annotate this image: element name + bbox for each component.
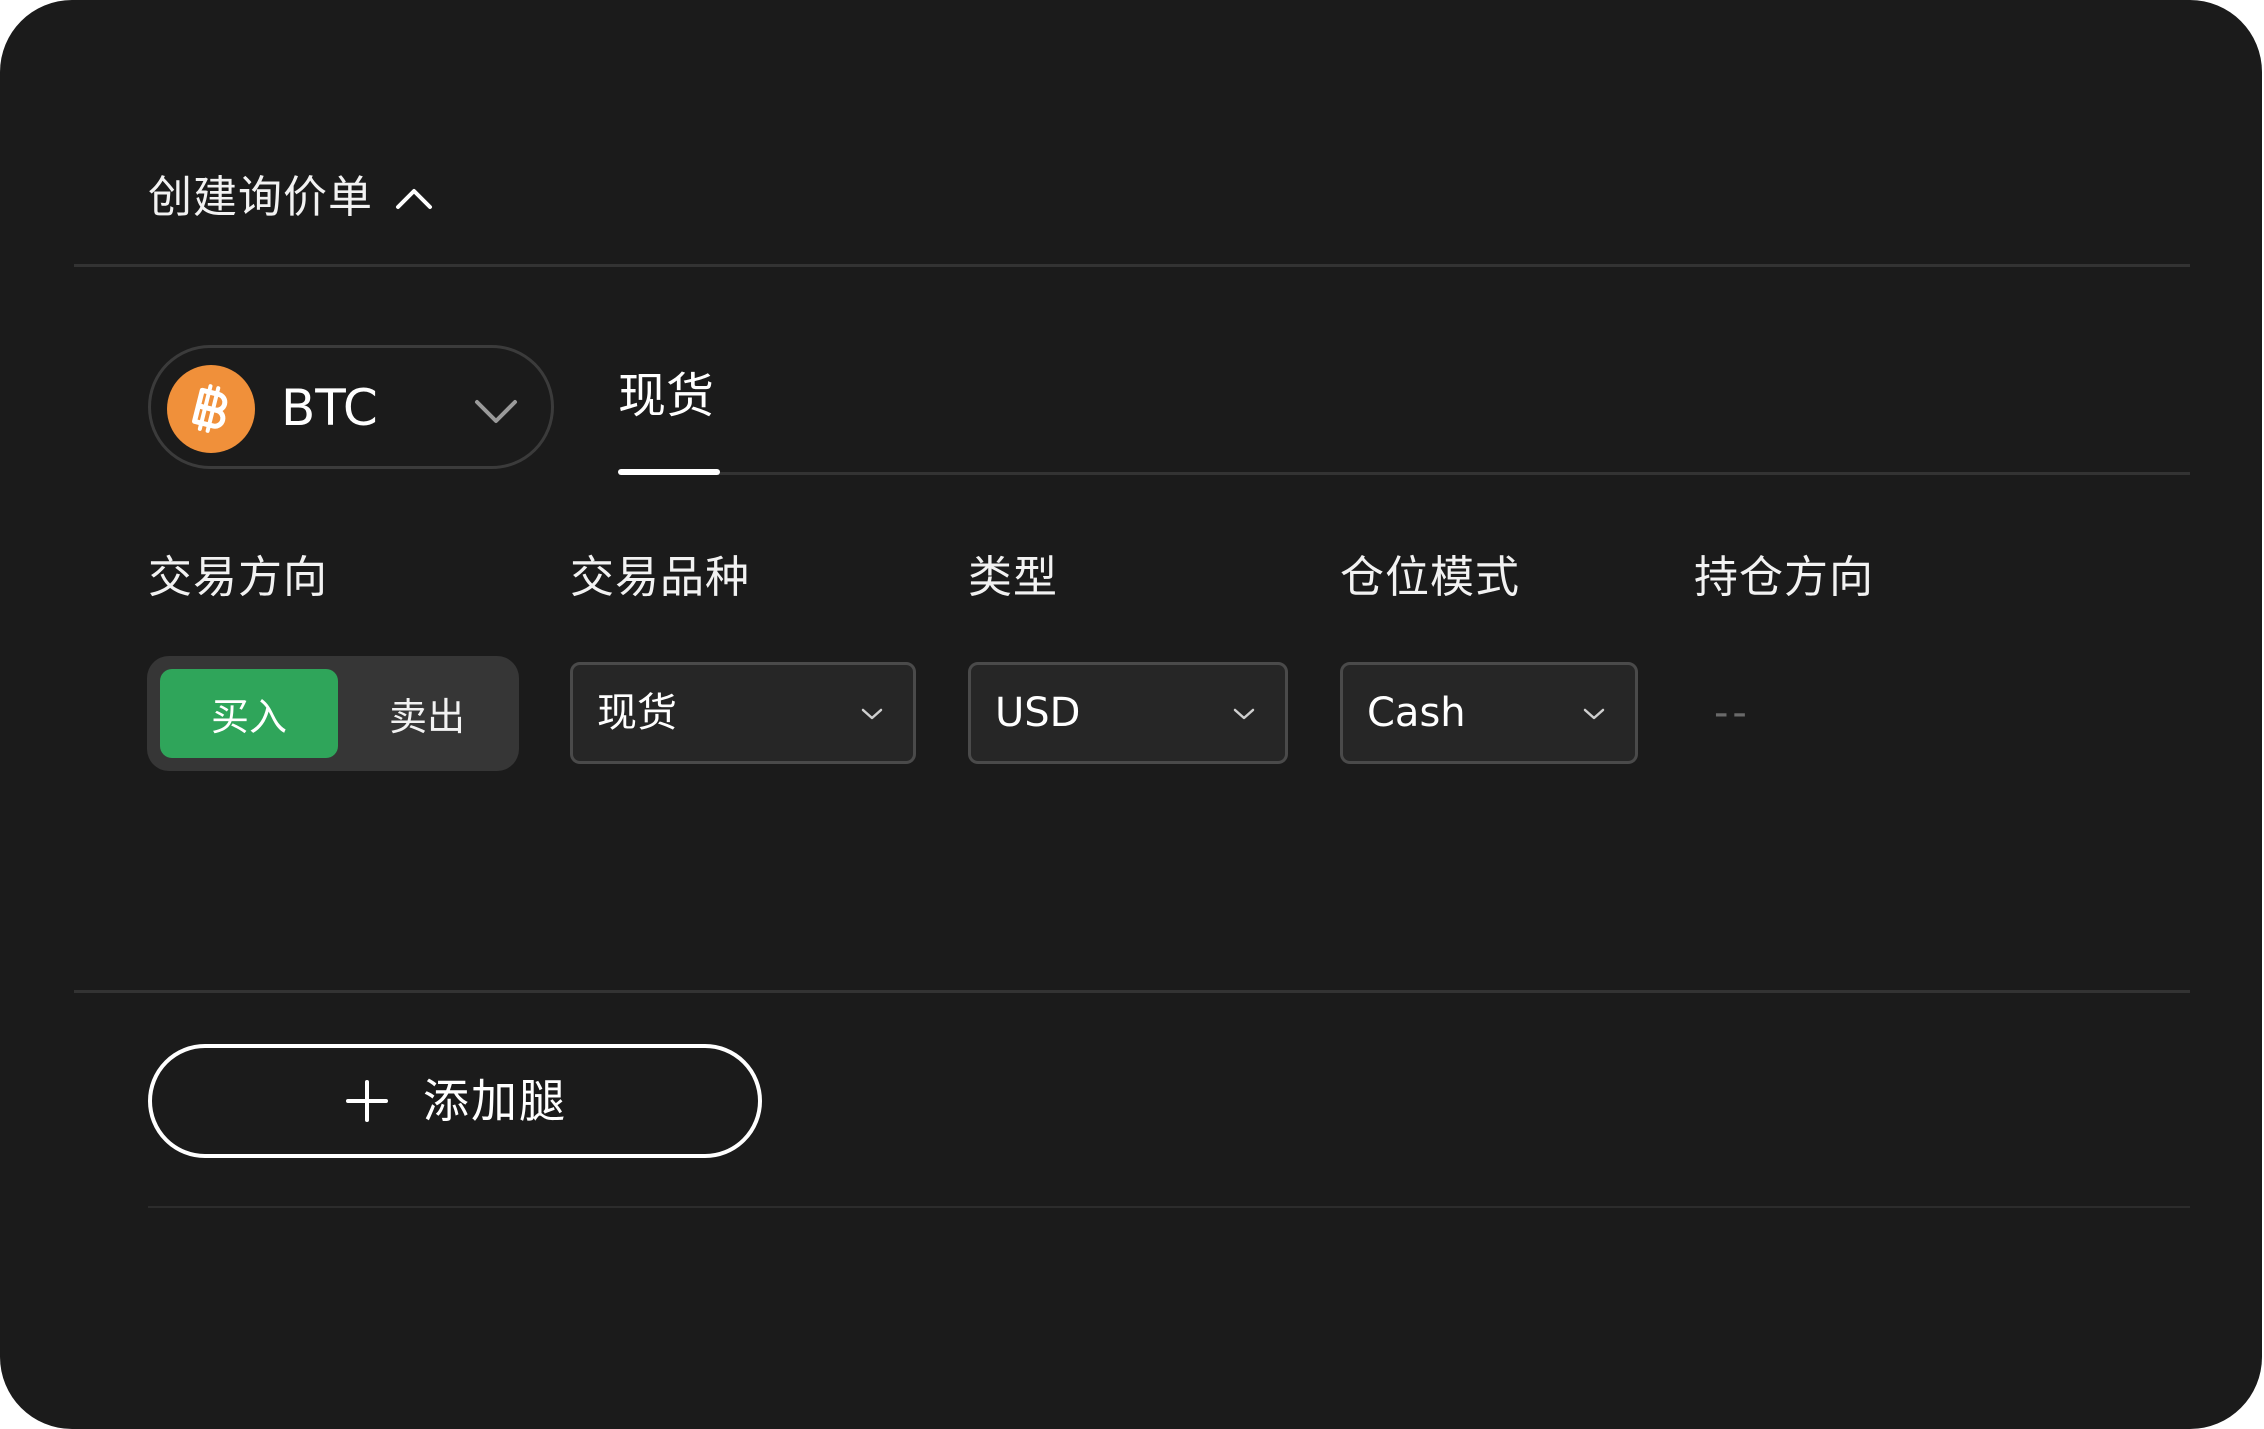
bitcoin-glyph bbox=[192, 384, 228, 433]
product-select[interactable]: 现货 bbox=[570, 662, 916, 764]
asset-symbol: BTC bbox=[281, 379, 378, 437]
product-label: 交易品种 bbox=[570, 552, 750, 603]
chevron-down-icon bbox=[471, 386, 521, 436]
chevron-down-icon bbox=[855, 697, 889, 731]
add-leg-label: 添加腿 bbox=[423, 1074, 567, 1128]
add-leg-button[interactable]: 添加腿 bbox=[148, 1044, 762, 1158]
rfq-panel: 创建询价单 BTC 现货 交易方向 交易品种 类型 仓位模式 持仓方向 买入 卖… bbox=[0, 0, 2262, 1429]
margin-mode-select[interactable]: Cash bbox=[1340, 662, 1638, 764]
bitcoin-icon bbox=[167, 365, 255, 453]
type-select[interactable]: USD bbox=[968, 662, 1288, 764]
header-divider bbox=[74, 264, 2190, 267]
collapse-toggle-button[interactable] bbox=[388, 172, 440, 224]
asset-selector[interactable]: BTC bbox=[148, 345, 554, 469]
section-title: 创建询价单 bbox=[148, 172, 373, 223]
margin-mode-select-value: Cash bbox=[1367, 690, 1466, 736]
margin-mode-label: 仓位模式 bbox=[1340, 552, 1520, 603]
position-side-value: -- bbox=[1714, 690, 1751, 736]
direction-label: 交易方向 bbox=[148, 552, 328, 603]
chevron-down-icon bbox=[1577, 697, 1611, 731]
tab-spot[interactable]: 现货 bbox=[618, 366, 714, 426]
chevron-up-icon bbox=[396, 189, 432, 209]
type-select-value: USD bbox=[995, 690, 1081, 736]
position-side-label: 持仓方向 bbox=[1694, 552, 1874, 603]
plus-icon bbox=[343, 1077, 391, 1125]
chevron-down-icon bbox=[1227, 697, 1261, 731]
sell-button[interactable]: 卖出 bbox=[338, 669, 516, 758]
buy-button[interactable]: 买入 bbox=[160, 669, 338, 758]
bottom-divider bbox=[148, 1206, 2190, 1208]
direction-toggle: 买入 卖出 bbox=[147, 656, 519, 771]
product-select-value: 现货 bbox=[597, 690, 677, 736]
type-label: 类型 bbox=[968, 552, 1058, 603]
form-divider bbox=[74, 990, 2190, 993]
active-tab-indicator bbox=[618, 469, 720, 475]
tabs-divider bbox=[718, 472, 2190, 475]
